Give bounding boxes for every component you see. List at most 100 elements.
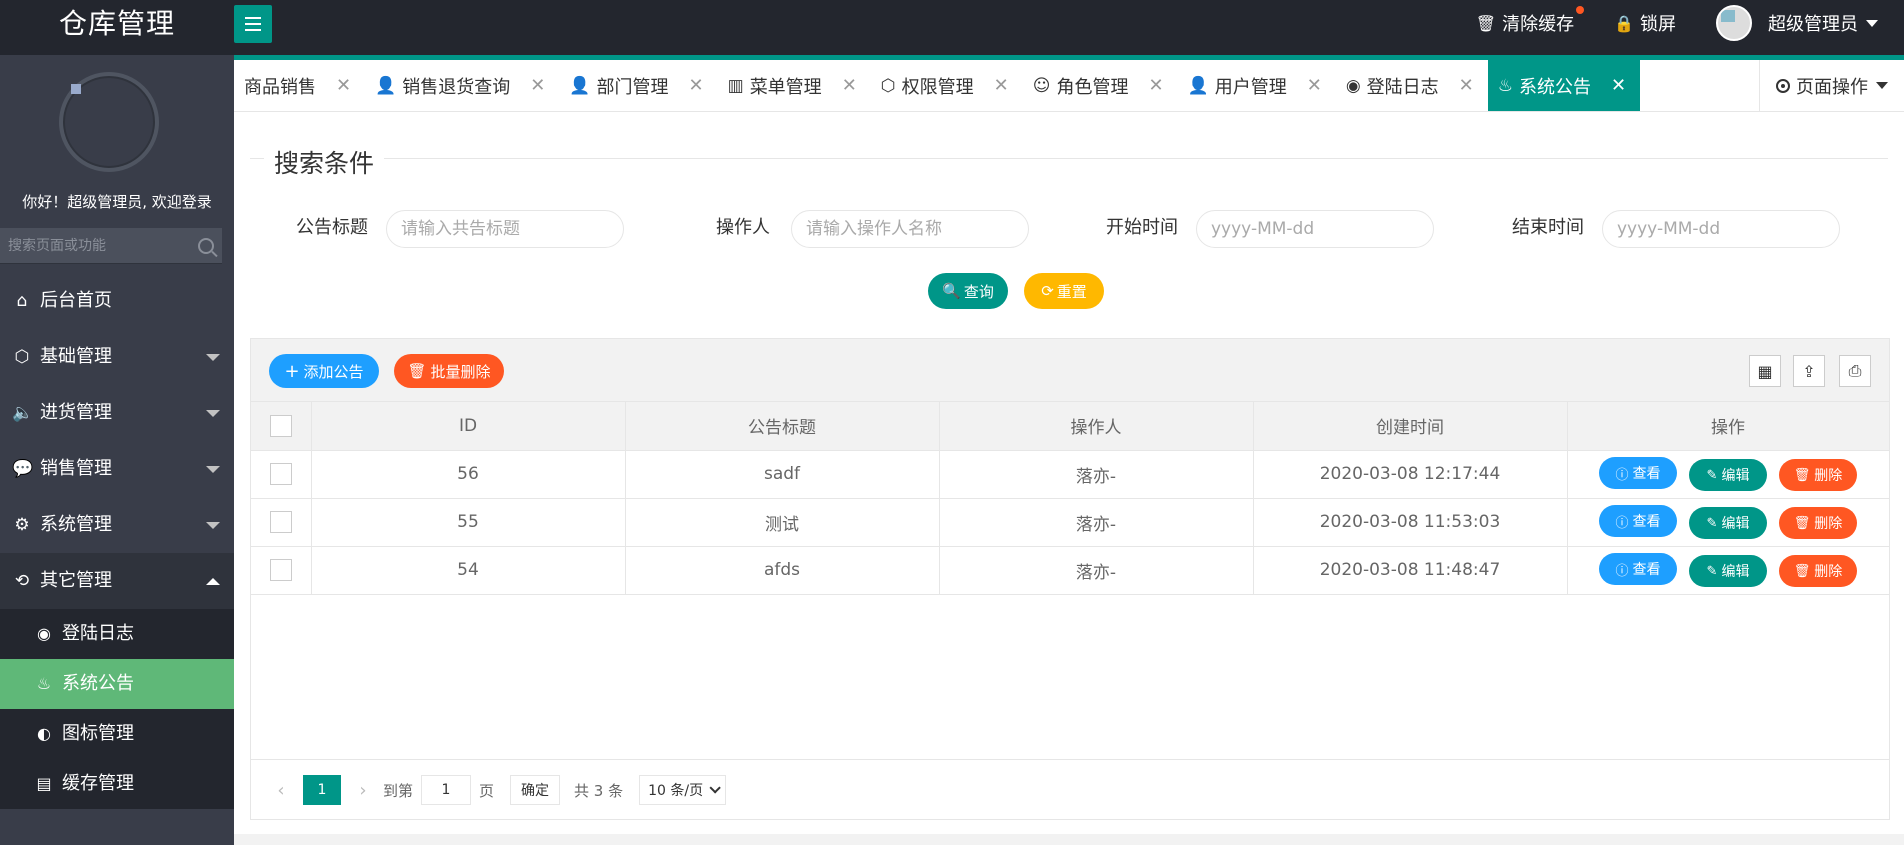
page-size-select[interactable]: 10 条/页 (639, 775, 727, 805)
view-button[interactable]: ⓘ 查看 (1599, 553, 1677, 585)
sidebar-item-sales[interactable]: 💬 销售管理 (0, 441, 234, 497)
add-button-label: 添加公告 (303, 362, 364, 381)
search-legend: 搜索条件 (264, 144, 385, 180)
table-toolbar: + 添加公告 🗑 批量删除 ▦ ⇪ ⎙ (251, 339, 1889, 402)
close-icon[interactable]: ✕ (689, 75, 704, 96)
row-checkbox[interactable] (269, 511, 292, 533)
columns-filter-icon[interactable]: ▦ (1749, 355, 1781, 387)
batch-delete-button[interactable]: 🗑 批量删除 (394, 354, 504, 388)
chevron-down-icon (206, 466, 220, 473)
column-header[interactable]: 创建时间 (1253, 402, 1568, 451)
column-header[interactable]: 操作人 (939, 402, 1254, 451)
goto-page-input[interactable] (421, 775, 472, 805)
tab-label: 部门管理 (596, 76, 669, 98)
fire-icon: ♨ (1497, 75, 1513, 96)
sidebar-item-label: 后台首页 (40, 290, 112, 311)
sidebar-item-label: 进货管理 (40, 402, 112, 423)
close-icon[interactable]: ✕ (530, 75, 545, 96)
end-time-input[interactable] (1602, 210, 1840, 248)
view-button[interactable]: ⓘ 查看 (1599, 505, 1677, 537)
home-icon: ⌂ (16, 291, 28, 311)
sidebar-subitem-login-log[interactable]: ◉ 登陆日志 (0, 609, 234, 659)
export-icon[interactable]: ⇪ (1793, 355, 1825, 387)
fire-icon: ♨ (36, 674, 52, 693)
column-header: 操作 (1567, 402, 1890, 451)
cell-created: 2020-03-08 11:53:03 (1253, 498, 1568, 547)
view-button[interactable]: ⓘ 查看 (1599, 457, 1677, 489)
select-all-checkbox[interactable] (269, 414, 292, 437)
tab-role[interactable]: ☺ 角色管理 ✕ (1023, 60, 1178, 111)
close-icon[interactable]: ✕ (842, 75, 857, 96)
sidebar-item-home[interactable]: ⌂ 后台首页 (0, 273, 234, 329)
table-header-row: ID 公告标题 操作人 创建时间 操作 (251, 402, 1890, 451)
cell-title: 测试 (625, 498, 940, 547)
column-header[interactable]: 公告标题 (625, 402, 940, 451)
operator-input[interactable] (791, 210, 1029, 248)
reset-button[interactable]: ⟳ 重置 (1024, 273, 1104, 309)
edit-button[interactable]: ✎ 编辑 (1689, 507, 1767, 539)
tab-permission[interactable]: ⬡ 权限管理 ✕ (871, 60, 1023, 111)
clear-cache-button[interactable]: 🗑 清除缓存 (1476, 6, 1585, 36)
prev-page-icon[interactable]: ‹ (269, 780, 293, 801)
close-icon[interactable]: ✕ (1148, 75, 1163, 96)
tab-menu[interactable]: ▥ 菜单管理 ✕ (718, 60, 871, 111)
sidebar-item-label: 系统管理 (40, 514, 112, 535)
next-page-icon[interactable]: › (351, 780, 375, 801)
close-icon[interactable]: ✕ (1611, 75, 1626, 96)
cell-created: 2020-03-08 12:17:44 (1253, 450, 1568, 499)
column-header[interactable]: ID (311, 402, 626, 451)
lock-screen-button[interactable]: 🔒 锁屏 (1614, 10, 1676, 36)
delete-button[interactable]: 🗑 删除 (1779, 555, 1857, 587)
close-icon[interactable]: ✕ (1307, 75, 1322, 96)
page-operations-dropdown[interactable]: 页面操作 (1759, 60, 1904, 111)
search-icon[interactable] (198, 238, 214, 254)
user-menu[interactable]: 超级管理员 (1716, 5, 1878, 41)
tab-department[interactable]: 👤 部门管理 ✕ (559, 60, 717, 111)
print-icon[interactable]: ⎙ (1839, 355, 1871, 387)
tab-sales-return[interactable]: 👤 销售退货查询 ✕ (365, 60, 559, 111)
tab-user[interactable]: 👤 用户管理 ✕ (1178, 60, 1336, 111)
app-logo: 仓库管理 (58, 7, 175, 40)
edit-button[interactable]: ✎ 编辑 (1689, 555, 1767, 587)
sidebar-item-purchase[interactable]: 🔈 进货管理 (0, 385, 234, 441)
menu-toggle-button[interactable] (234, 5, 272, 43)
delete-button[interactable]: 🗑 删除 (1779, 459, 1857, 491)
cell-title: sadf (625, 450, 940, 499)
close-icon[interactable]: ✕ (994, 75, 1009, 96)
sidebar-search-input[interactable] (0, 228, 180, 264)
goto-confirm-button[interactable]: 确定 (510, 775, 561, 805)
select-all-cell (251, 402, 312, 451)
sidebar-subitem-icons[interactable]: ◐ 图标管理 (0, 709, 234, 759)
close-icon[interactable]: ✕ (336, 75, 351, 96)
main-content: 搜索条件 公告标题 操作人 开始时间 结束时间 🔍 查询 ⟳ 重置 + 添加公告… (234, 112, 1904, 834)
lock-screen-label: 锁屏 (1640, 14, 1676, 35)
sidebar-subitem-cache[interactable]: ▤ 缓存管理 (0, 759, 234, 809)
row-checkbox[interactable] (269, 559, 292, 581)
cell-title: afds (625, 546, 940, 595)
close-icon[interactable]: ✕ (1459, 75, 1474, 96)
batch-delete-label: 批量删除 (430, 362, 491, 381)
start-time-input[interactable] (1196, 210, 1434, 248)
sidebar-item-system[interactable]: ⚙ 系统管理 (0, 497, 234, 553)
sidebar-item-other[interactable]: ⟲ 其它管理 (0, 553, 234, 609)
row-checkbox[interactable] (269, 463, 292, 485)
search-button[interactable]: 🔍 查询 (928, 273, 1008, 309)
caret-down-icon (1876, 82, 1888, 89)
tab-login-log[interactable]: ◉ 登陆日志 ✕ (1336, 60, 1488, 111)
tab-product-sales[interactable]: 商品销售 ✕ (234, 60, 365, 111)
sidebar-item-basic[interactable]: ⬡ 基础管理 (0, 329, 234, 385)
title-input[interactable] (386, 210, 624, 248)
user-icon: 👤 (569, 75, 591, 96)
tab-label: 销售退货查询 (402, 76, 511, 98)
cell-operator: 落亦- (939, 450, 1254, 499)
tab-announcement[interactable]: ♨ 系统公告 ✕ (1487, 60, 1641, 111)
chevron-down-icon (206, 354, 220, 361)
delete-button[interactable]: 🗑 删除 (1779, 507, 1857, 539)
edit-button[interactable]: ✎ 编辑 (1689, 459, 1767, 491)
sidebar-subitem-announcement[interactable]: ♨ 系统公告 (0, 659, 234, 709)
notification-dot (1576, 6, 1585, 14)
add-announcement-button[interactable]: + 添加公告 (269, 354, 379, 388)
table-row: 54 afds 落亦- 2020-03-08 11:48:47 ⓘ 查看 ✎ 编辑 🗑 删… (251, 546, 1890, 595)
sidebar-subitem-label: 图标管理 (62, 723, 134, 744)
current-page[interactable]: 1 (303, 775, 341, 805)
